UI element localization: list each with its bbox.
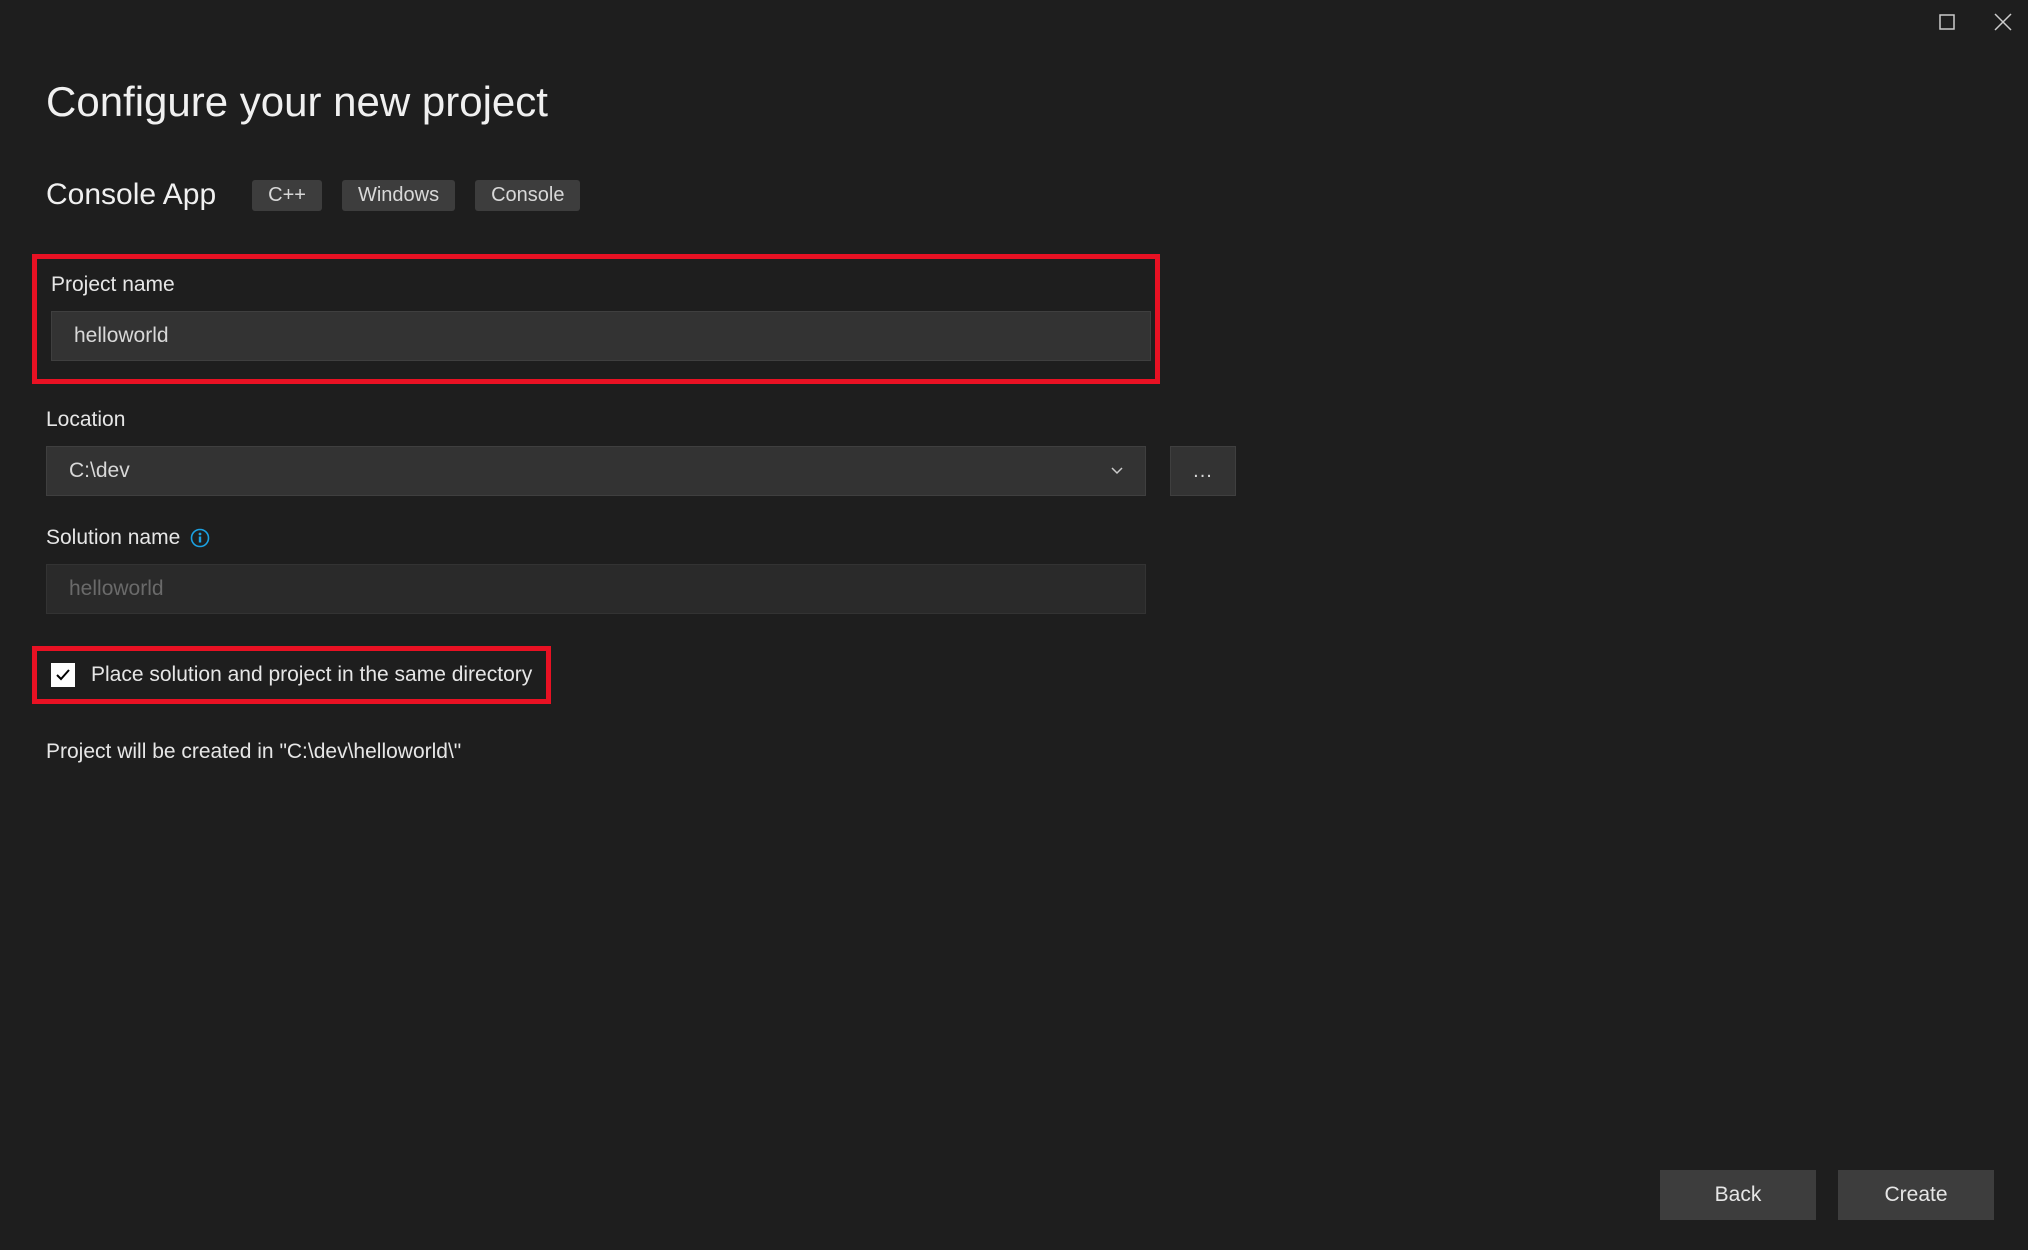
- footer: Back Create: [1660, 1170, 1994, 1220]
- template-tag: Windows: [342, 180, 455, 211]
- same-directory-checkbox[interactable]: [51, 663, 75, 687]
- chevron-down-icon: [1111, 467, 1123, 475]
- project-path-summary: Project will be created in "C:\dev\hello…: [46, 740, 1982, 764]
- maximize-icon: [1939, 14, 1955, 30]
- template-name: Console App: [46, 178, 216, 212]
- solution-name-label-text: Solution name: [46, 526, 180, 550]
- browse-button[interactable]: ...: [1170, 446, 1236, 496]
- checkmark-icon: [55, 667, 71, 683]
- create-button[interactable]: Create: [1838, 1170, 1994, 1220]
- same-directory-label: Place solution and project in the same d…: [91, 663, 532, 687]
- solution-name-input: [46, 564, 1146, 614]
- location-select[interactable]: C:\dev: [46, 446, 1146, 496]
- titlebar: [0, 0, 2028, 44]
- template-tag: C++: [252, 180, 322, 211]
- template-tag: Console: [475, 180, 580, 211]
- same-directory-highlight: Place solution and project in the same d…: [32, 646, 551, 704]
- project-name-highlight: Project name: [32, 254, 1160, 384]
- close-icon: [1994, 13, 2012, 31]
- location-value: C:\dev: [69, 459, 130, 483]
- project-name-label: Project name: [51, 273, 1141, 297]
- info-icon[interactable]: [190, 528, 210, 548]
- project-name-input[interactable]: [51, 311, 1151, 361]
- template-row: Console App C++ Windows Console: [46, 178, 1982, 212]
- page-title: Configure your new project: [46, 78, 1982, 126]
- location-label: Location: [46, 408, 1982, 432]
- close-button[interactable]: [1992, 11, 2014, 33]
- maximize-button[interactable]: [1936, 11, 1958, 33]
- solution-name-label: Solution name: [46, 526, 1982, 550]
- back-button[interactable]: Back: [1660, 1170, 1816, 1220]
